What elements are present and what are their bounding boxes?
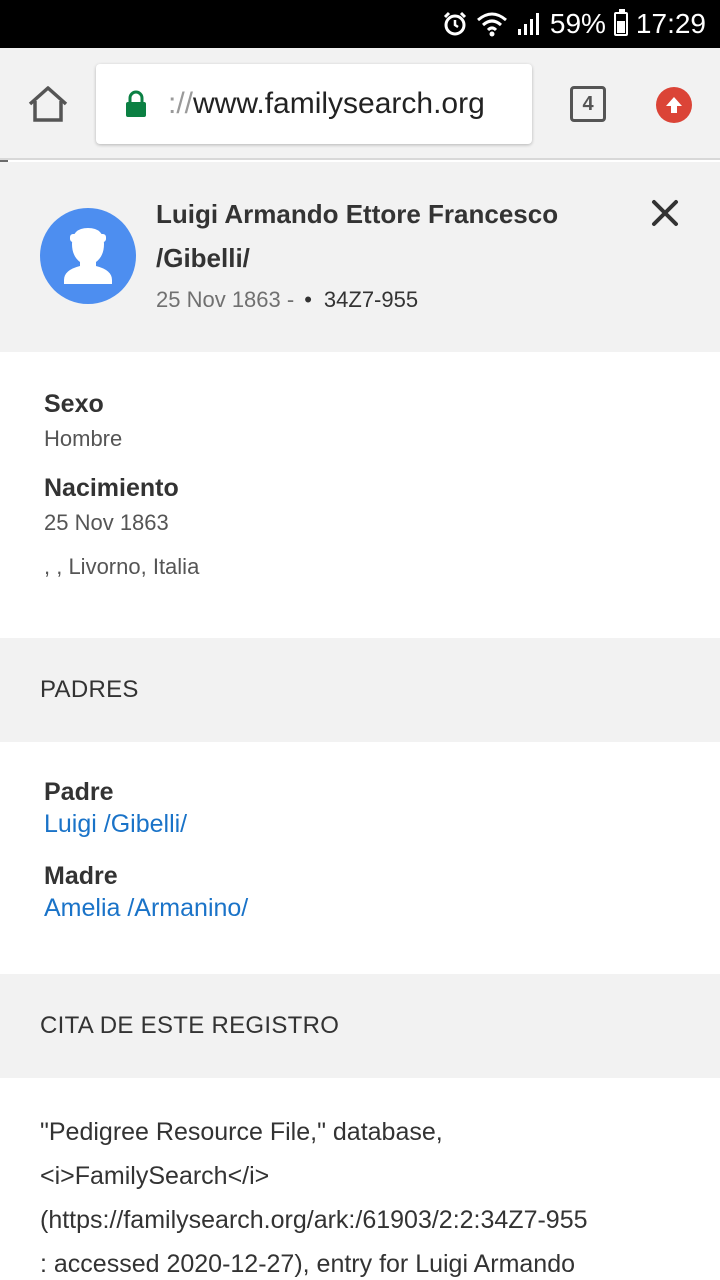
birth-place: , , Livorno, Italia [44,554,200,579]
citation-section: "Pedigree Resource File," database, <i>F… [0,1078,720,1280]
citation-line: <i>FamilySearch</i> [40,1162,270,1190]
parents-section-header: PADRES [0,638,720,742]
sex-label: Sexo [44,390,104,418]
url-scheme: :// [168,87,194,120]
home-button[interactable] [26,84,70,124]
sex-value: Hombre [44,426,123,451]
person-id: 34Z7-955 [323,287,419,312]
avatar [40,208,136,304]
home-icon [28,86,68,122]
birth-label: Nacimiento [44,474,179,502]
wifi-icon [476,11,508,37]
father-link[interactable]: Luigi /Gibelli/ [44,810,187,839]
citation-line: (https://familysearch.org/ark:/61903/2:2… [40,1206,588,1234]
signal-icon [516,11,542,37]
mother-link[interactable]: Amelia /Armanino/ [44,894,248,923]
update-button[interactable] [656,87,692,123]
avatar-icon [64,228,112,284]
meta-separator: • [304,287,312,312]
person-name-line2: /Gibelli/ [156,243,250,273]
birth-date: 25 Nov 1863 [44,510,169,535]
citation-text: "Pedigree Resource File," database, <i>F… [40,1110,690,1280]
vitals-section: Sexo Hombre Nacimiento 25 Nov 1863 , , L… [0,352,720,638]
status-bar: 59% 17:29 [0,0,720,48]
alarm-icon [442,11,468,37]
browser-toolbar: ://www.familysearch.org 4 [0,48,720,160]
close-icon [652,200,678,226]
status-icons: 59% 17:29 [442,0,706,48]
person-name: Luigi Armando Ettore Francesco /Gibelli/ [156,192,626,280]
citation-title: CITA DE ESTE REGISTRO [40,1012,340,1039]
person-header: Luigi Armando Ettore Francesco /Gibelli/… [0,162,720,352]
url-text: ://www.familysearch.org [168,87,485,121]
person-name-line1: Luigi Armando Ettore Francesco [156,199,559,229]
update-icon [666,97,682,113]
clock: 17:29 [635,8,706,39]
close-button[interactable] [650,198,680,228]
url-host: www.familysearch.org [193,87,485,120]
battery-percent: 59% [549,8,606,39]
parents-title: PADRES [40,676,139,703]
parents-section: Padre Luigi /Gibelli/ Madre Amelia /Arma… [0,742,720,974]
citation-section-header: CITA DE ESTE REGISTRO [0,974,720,1078]
citation-line: "Pedigree Resource File," database, [40,1118,443,1146]
mother-label: Madre [44,862,118,890]
father-label: Padre [44,778,114,806]
address-bar[interactable]: ://www.familysearch.org [96,64,532,144]
tab-count: 4 [582,92,594,115]
tab-switcher-button[interactable]: 4 [570,86,606,122]
citation-line: : accessed 2020-12-27), entry for Luigi … [40,1250,576,1278]
life-dates: 25 Nov 1863 - [156,287,295,312]
battery-icon [613,9,628,36]
lock-icon [124,90,148,118]
person-meta: 25 Nov 1863 - • 34Z7-955 [156,286,418,314]
